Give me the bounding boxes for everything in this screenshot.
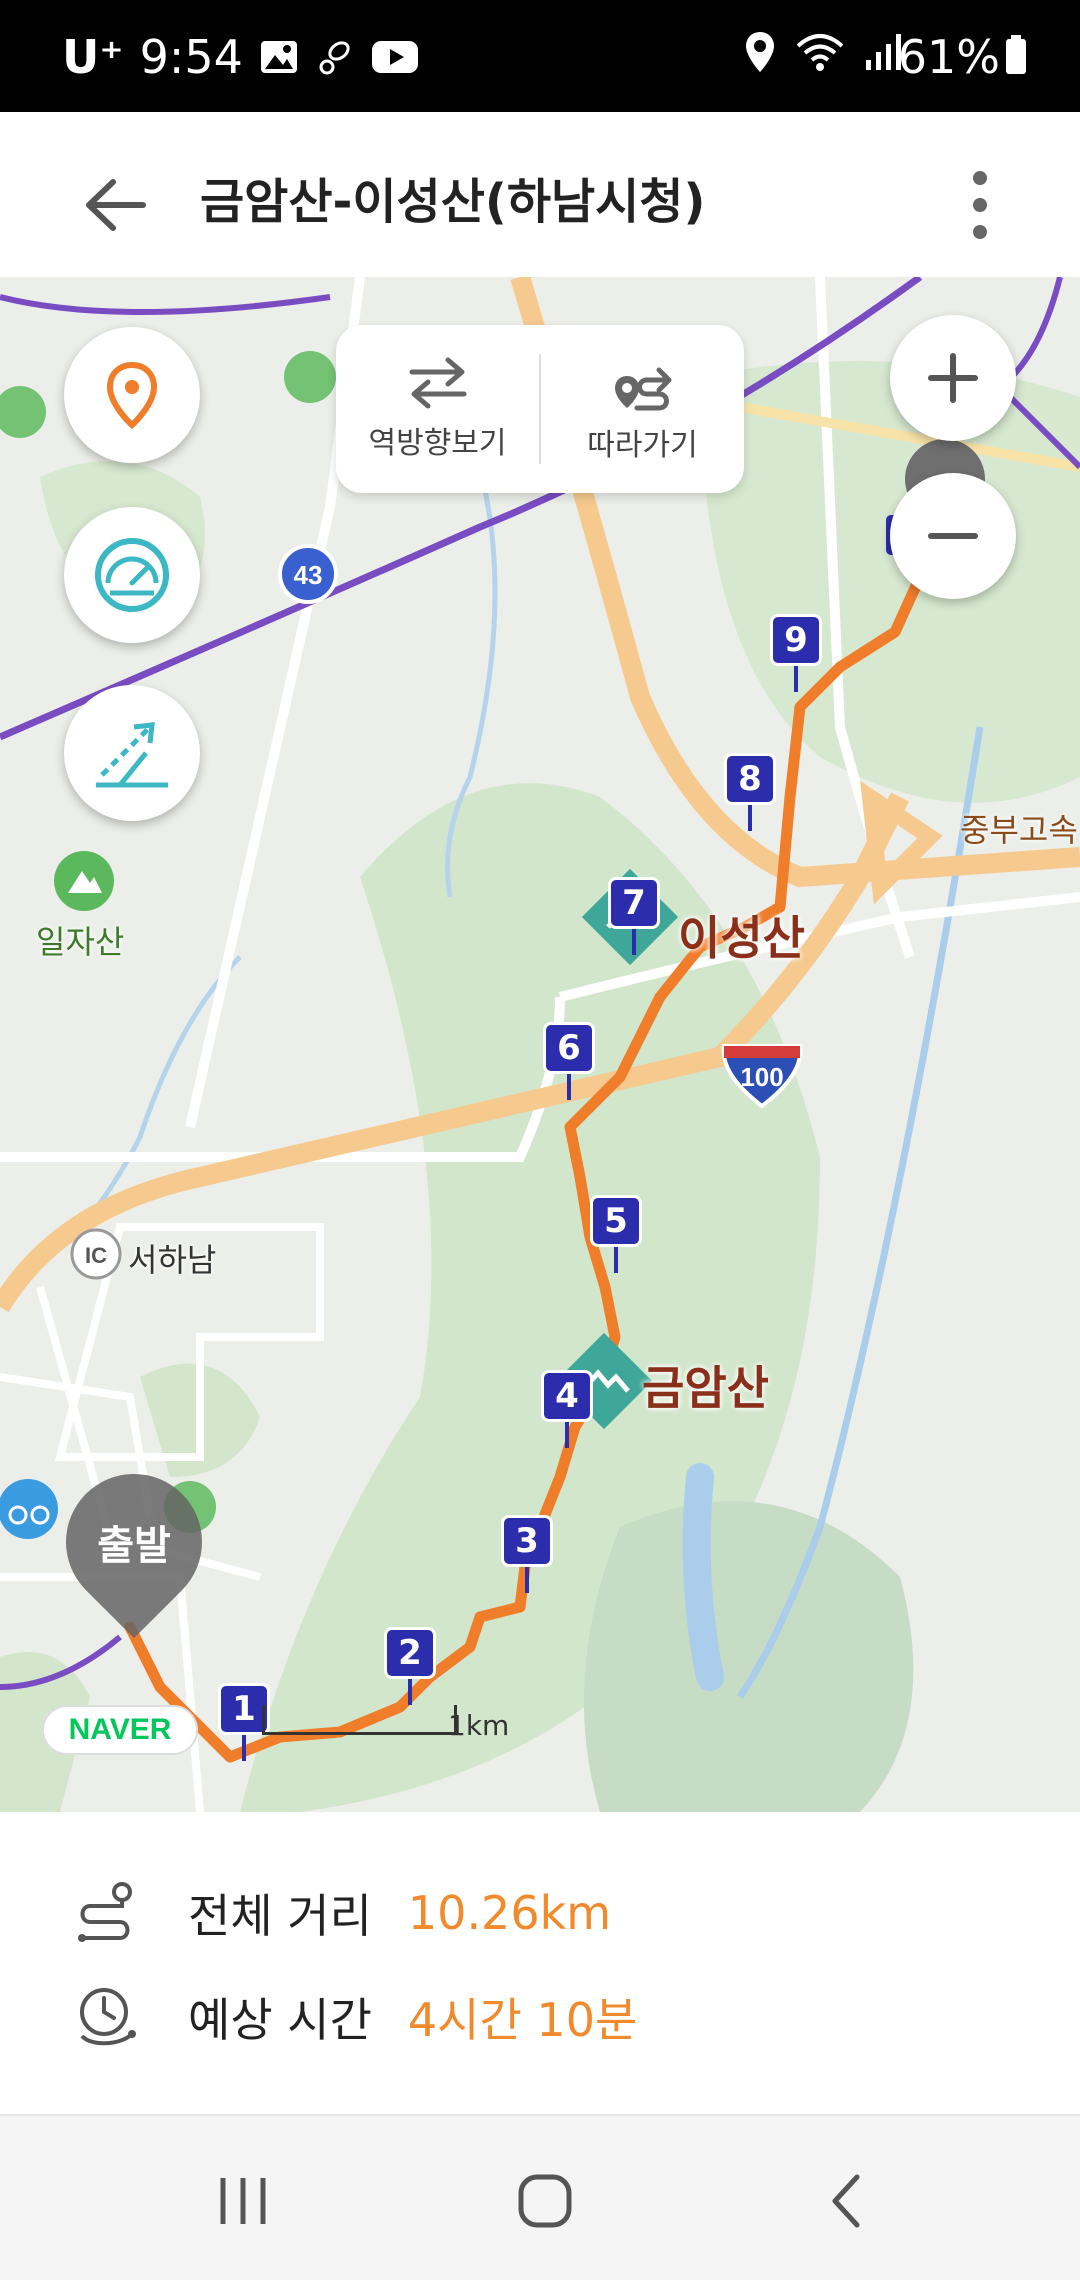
battery-level: 61% [897, 30, 1000, 84]
zoom-in-button[interactable] [890, 315, 1016, 441]
zoom-out-button[interactable] [890, 473, 1016, 599]
follow-route-label: 따라가기 [587, 428, 698, 463]
scale-bar [262, 1705, 457, 1735]
speedometer-icon [95, 538, 169, 612]
waypoint-7[interactable]: 7 [608, 877, 660, 929]
time-label: 예상 시간 [188, 1993, 372, 2047]
location-pin-icon [106, 361, 158, 429]
elevation-graph-icon [96, 722, 168, 788]
wifi-icon [794, 32, 846, 72]
waypoint-stem [565, 1422, 569, 1448]
ic-badge: IC [85, 1243, 107, 1268]
waypoint-6[interactable]: 6 [543, 1022, 595, 1074]
waypoint-3[interactable]: 3 [501, 1515, 553, 1567]
waypoint-stem [748, 805, 752, 831]
plus-icon [928, 353, 978, 403]
route-100-shield: 100 [740, 1062, 783, 1092]
waypoint-5[interactable]: 5 [590, 1195, 642, 1247]
route-43-shield: 43 [294, 560, 323, 590]
location-pin-button[interactable] [64, 327, 200, 463]
waypoint-stem [242, 1735, 246, 1761]
time-row: 예상 시간 4시간 10분 [72, 1982, 637, 2052]
more-options-button[interactable] [950, 160, 1010, 250]
home-icon [518, 2174, 572, 2228]
time-value: 4시간 10분 [407, 1993, 638, 2047]
elevation-button[interactable] [64, 685, 200, 821]
status-bar-left: U⁺ 9:54 [62, 30, 419, 84]
waypoint-stem [632, 929, 636, 955]
waypoint-stem [408, 1679, 412, 1705]
status-bar-right [744, 30, 904, 74]
waypoint-2[interactable]: 2 [384, 1627, 436, 1679]
route-map[interactable]: 43 100 IC 이성산 금암산 일자산 서하남 중부고속 1 2 3 4 5… [0, 277, 1080, 1812]
chevron-left-icon [832, 2174, 860, 2228]
waypoint-stem [567, 1074, 571, 1100]
minus-icon [928, 533, 978, 539]
recent-apps-icon [220, 2178, 266, 2224]
step-counter-icon [315, 37, 355, 77]
back-button[interactable] [70, 160, 160, 250]
naver-logo: NAVER [42, 1705, 198, 1755]
speed-gauge-button[interactable] [64, 507, 200, 643]
follow-route-icon [614, 367, 671, 411]
route-distance-icon [72, 1878, 142, 1948]
distance-value: 10.26km [407, 1886, 612, 1940]
waypoint-stem [614, 1247, 618, 1273]
back-arrow-icon [86, 179, 146, 231]
distance-row: 전체 거리 10.26km [72, 1878, 611, 1948]
waypoint-8[interactable]: 8 [724, 753, 776, 805]
mountain-label-iljasan: 일자산 [36, 923, 125, 961]
highway-label: 중부고속 [960, 811, 1078, 849]
system-nav-bar [0, 2114, 1080, 2280]
swap-arrows-icon [409, 357, 466, 409]
location-icon [744, 30, 776, 74]
ic-label-seohanam: 서하남 [128, 1241, 217, 1279]
reverse-direction-label: 역방향보기 [368, 426, 507, 461]
route-toolbar: 역방향보기 따라가기 [336, 325, 744, 493]
waypoint-stem [525, 1567, 529, 1593]
waypoint-4[interactable]: 4 [541, 1370, 593, 1422]
recent-apps-button[interactable] [198, 2156, 288, 2246]
follow-route-button[interactable]: 따라가기 [541, 325, 744, 493]
waypoint-9[interactable]: 9 [770, 614, 822, 666]
youtube-icon [371, 40, 419, 74]
home-button[interactable] [500, 2156, 590, 2246]
more-vertical-icon [973, 171, 987, 239]
start-label: 출발 [97, 1523, 171, 1569]
system-back-button[interactable] [802, 2156, 892, 2246]
reverse-direction-button[interactable]: 역방향보기 [336, 325, 539, 493]
mountain-label-iseongsan: 이성산 [678, 911, 805, 965]
mountain-label-geumamsan: 금암산 [642, 1361, 769, 1415]
status-bar: U⁺ 9:54 61% [0, 0, 1080, 112]
status-time: 9:54 [139, 30, 243, 84]
distance-label: 전체 거리 [188, 1889, 372, 1943]
carrier-label: U⁺ [62, 30, 124, 84]
page-title: 금암산-이성산(하남시청) [200, 174, 706, 230]
route-info-panel: 전체 거리 10.26km 예상 시간 4시간 10분 [0, 1812, 1080, 2114]
app-bar: 금암산-이성산(하남시청) [0, 112, 1080, 277]
scale-label: 1km [448, 1709, 510, 1742]
gallery-icon [259, 39, 299, 75]
estimated-time-icon [72, 1982, 142, 2052]
waypoint-stem [794, 666, 798, 692]
battery-icon [1004, 34, 1028, 76]
